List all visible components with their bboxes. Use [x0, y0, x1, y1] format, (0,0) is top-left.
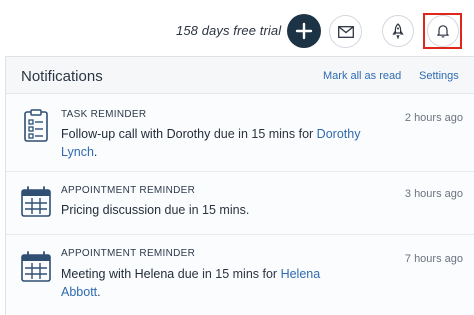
notification-text: Meeting with Helena due in 15 mins for H…	[61, 265, 361, 301]
notification-subject: Meeting with Helena	[61, 267, 175, 281]
calendar-icon	[21, 186, 51, 217]
mail-button[interactable]	[329, 15, 362, 48]
notification-item[interactable]: APPOINTMENT REMINDER 3 hours ago Pricing…	[6, 173, 474, 235]
notification-time: 3 hours ago	[404, 188, 463, 200]
settings-link[interactable]: Settings	[419, 70, 459, 82]
panel-header: Notifications Mark all as read Settings	[6, 57, 474, 94]
notification-type: APPOINTMENT REMINDER	[61, 185, 196, 196]
notification-type: APPOINTMENT REMINDER	[61, 248, 196, 259]
add-button[interactable]	[287, 14, 321, 48]
rocket-button[interactable]	[382, 15, 414, 47]
panel-title: Notifications	[21, 68, 103, 85]
notification-type: TASK REMINDER	[61, 109, 147, 120]
notification-time: 2 hours ago	[404, 112, 463, 124]
notification-end: .	[93, 145, 98, 159]
notification-detail: due in 15 mins for	[210, 127, 317, 141]
notification-end: .	[97, 285, 101, 299]
notification-item[interactable]: APPOINTMENT REMINDER 7 hours ago Meeting…	[6, 236, 474, 315]
envelope-icon	[337, 25, 354, 38]
notification-item[interactable]: TASK REMINDER 2 hours ago Follow-up call…	[6, 95, 474, 172]
notification-detail: due in 15 mins for	[174, 267, 281, 281]
notifications-panel: Notifications Mark all as read Settings …	[5, 56, 474, 315]
notification-text: Pricing discussion due in 15 mins.	[61, 201, 361, 219]
notification-subject: Follow-up call with Dorothy	[61, 127, 211, 141]
clipboard-icon	[24, 109, 48, 142]
mark-all-read-link[interactable]: Mark all as read	[323, 70, 401, 82]
rocket-icon	[392, 23, 404, 39]
bell-highlight-box	[423, 13, 462, 49]
notification-text: Follow-up call with Dorothy due in 15 mi…	[61, 125, 361, 161]
trial-status: 158 days free trial	[176, 23, 282, 38]
plus-icon	[295, 22, 313, 40]
top-bar: 158 days free trial	[0, 0, 474, 58]
notification-detail: due in 15 mins.	[161, 203, 250, 217]
notification-time: 7 hours ago	[404, 253, 463, 265]
notification-subject: Pricing discussion	[61, 203, 162, 217]
calendar-icon	[21, 251, 51, 282]
